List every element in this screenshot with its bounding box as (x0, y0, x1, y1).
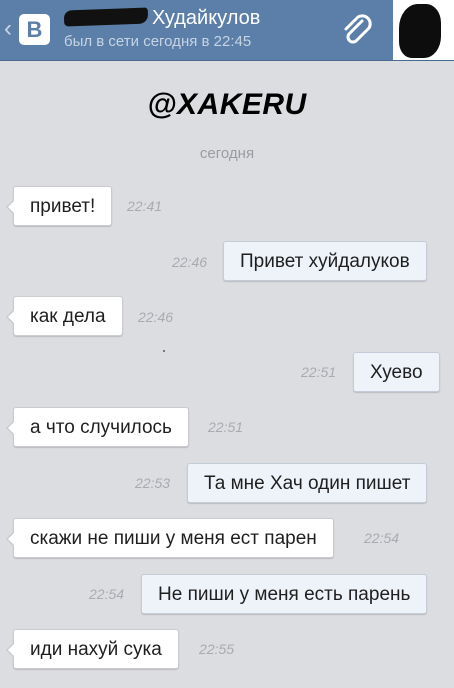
image-speck (163, 350, 165, 352)
message-in[interactable]: скажи не пиши у меня ест парен (6, 518, 334, 558)
contact-name-text: Худайкулов (152, 7, 261, 29)
avatar[interactable] (393, 0, 454, 60)
chevron-left-icon[interactable]: ‹ (4, 17, 12, 41)
redaction-scribble (63, 7, 149, 27)
message-out[interactable]: Привет хуйдалуков (223, 241, 427, 281)
paperclip-icon[interactable] (338, 12, 376, 50)
message-time: 22:41 (127, 198, 163, 214)
message-time: 22:46 (138, 309, 174, 325)
date-separator: сегодня (199, 145, 255, 162)
message-time: 22:54 (364, 530, 400, 546)
chat-header: ‹ В Худайкулов был в сети сегодня в 22:4… (0, 0, 454, 61)
message-time: 22:54 (89, 586, 125, 602)
message-time: 22:55 (199, 641, 235, 657)
message-time: 22:51 (208, 419, 244, 435)
message-in[interactable]: а что случилось (6, 407, 189, 447)
message-out[interactable]: Не пиши у меня есть парень (141, 574, 428, 614)
message-out[interactable]: Та мне Хач один пишет (187, 463, 428, 503)
message-in[interactable]: иди нахуй сука (6, 629, 179, 669)
message-time: 22:53 (135, 475, 171, 491)
contact-name[interactable]: Худайкулов (63, 6, 261, 30)
message-time: 22:51 (301, 364, 337, 380)
message-time: 22:46 (172, 254, 208, 270)
message-in[interactable]: как дела (6, 296, 123, 336)
message-out[interactable]: Хуево (353, 352, 440, 392)
contact-status: был в сети сегодня в 22:45 (64, 33, 252, 50)
message-in[interactable]: привет! (5, 186, 113, 226)
watermark: @XAKERU (147, 88, 307, 121)
vk-logo[interactable]: В (19, 14, 50, 45)
avatar-redaction (399, 4, 441, 58)
